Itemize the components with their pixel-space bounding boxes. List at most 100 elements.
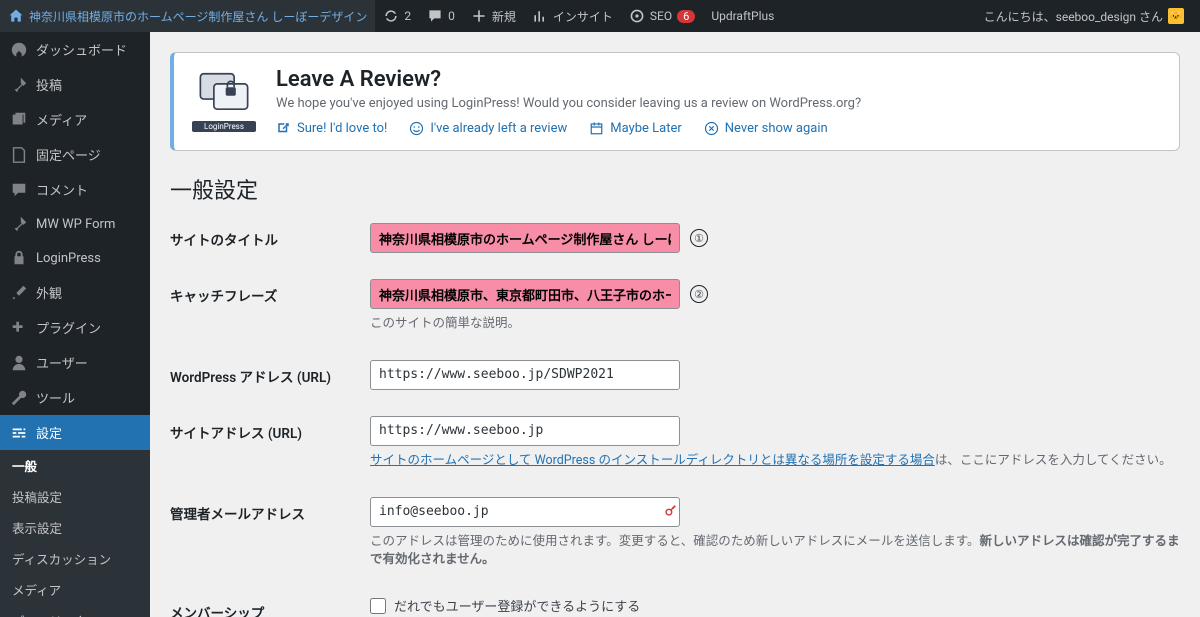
link-label: Sure! I'd love to!: [297, 121, 387, 136]
desc-admin-email: このアドレスは管理のために使用されます。変更すると、確認のため新しいアドレスにメ…: [370, 533, 1180, 571]
menu-users[interactable]: ユーザー: [0, 345, 150, 380]
notice-action-sure[interactable]: Sure! I'd love to!: [276, 121, 387, 136]
admin-toolbar: 神奈川県相模原市のホームページ制作屋さん しーぼーデザイン 2 0 新規 インサ…: [0, 0, 1200, 32]
toolbar-insights[interactable]: インサイト: [524, 0, 621, 32]
seo-badge: 6: [677, 10, 695, 23]
home-icon: [8, 8, 24, 24]
input-admin-email[interactable]: [370, 497, 680, 527]
notice-action-never[interactable]: Never show again: [704, 121, 828, 136]
desc-text: このアドレスは管理のために使用されます。変更すると、確認のため新しいアドレスにメ…: [370, 534, 980, 549]
seo-label: SEO: [650, 9, 672, 23]
toolbar-site-link[interactable]: 神奈川県相模原市のホームページ制作屋さん しーぼーデザイン: [0, 0, 375, 32]
dashboard-icon: [10, 41, 28, 59]
toolbar-comments[interactable]: 0: [419, 0, 463, 32]
label-admin-email: 管理者メールアドレス: [170, 497, 370, 523]
key-icon: [664, 503, 678, 521]
input-tagline[interactable]: [370, 279, 680, 309]
membership-checkbox-label: だれでもユーザー登録ができるようにする: [394, 596, 640, 615]
brush-icon: [10, 284, 28, 302]
plus-icon: [471, 8, 487, 24]
menu-posts[interactable]: 投稿: [0, 67, 150, 102]
desc-site-url-link[interactable]: サイトのホームページとして WordPress のインストールディレクトリとは異…: [370, 453, 935, 468]
submenu-discussion[interactable]: ディスカッション: [0, 543, 150, 574]
loginpress-logo: LoginPress: [192, 67, 256, 132]
submenu-reading[interactable]: 表示設定: [0, 512, 150, 543]
menu-mwwpform[interactable]: MW WP Form: [0, 207, 150, 241]
form-icon: [10, 215, 28, 233]
smile-icon: [409, 121, 424, 136]
updates-count: 2: [404, 9, 411, 23]
desc-tagline: このサイトの簡単な説明。: [370, 315, 1180, 334]
menu-dashboard[interactable]: ダッシュボード: [0, 32, 150, 67]
settings-form: サイトのタイトル ① キャッチフレーズ ②: [170, 223, 1180, 617]
notice-title: Leave A Review?: [276, 67, 861, 92]
comment-icon: [427, 8, 443, 24]
avatar: 🐱: [1168, 8, 1184, 24]
notice-action-already[interactable]: I've already left a review: [409, 121, 567, 136]
link-label: I've already left a review: [430, 121, 567, 136]
membership-checkbox[interactable]: [370, 598, 386, 614]
toolbar-seo[interactable]: SEO 6: [621, 0, 703, 32]
logo-caption: LoginPress: [192, 121, 256, 132]
desc-tail: は、ここにアドレスを入力してください。: [935, 453, 1172, 468]
label-wp-url: WordPress アドレス (URL): [170, 360, 370, 386]
marker-2: ②: [690, 285, 708, 303]
updraft-label: UpdraftPlus: [711, 9, 774, 23]
menu-loginpress[interactable]: LoginPress: [0, 241, 150, 275]
wrench-icon: [10, 389, 28, 407]
toolbar-new[interactable]: 新規: [463, 0, 524, 32]
toolbar-updates[interactable]: 2: [375, 0, 419, 32]
label-site-url: サイトアドレス (URL): [170, 416, 370, 442]
submenu-permalinks[interactable]: パーマリンク: [0, 605, 150, 617]
menu-pages[interactable]: 固定ページ: [0, 137, 150, 172]
toolbar-updraft[interactable]: UpdraftPlus: [703, 0, 782, 32]
menu-label: プラグイン: [36, 318, 101, 337]
review-notice: LoginPress Leave A Review? We hope you'v…: [170, 52, 1180, 151]
comments-count: 0: [448, 9, 455, 23]
link-label: Maybe Later: [610, 121, 682, 136]
toolbar-account[interactable]: こんにちは、seeboo_design さん 🐱: [976, 0, 1192, 32]
external-icon: [276, 121, 291, 136]
notice-text: We hope you've enjoyed using LoginPress!…: [276, 96, 861, 111]
input-wp-url[interactable]: [370, 360, 680, 390]
menu-settings[interactable]: 設定: [0, 415, 150, 450]
menu-label: 固定ページ: [36, 145, 101, 164]
label-tagline: キャッチフレーズ: [170, 279, 370, 305]
label-membership: メンバーシップ: [170, 596, 370, 617]
menu-comments[interactable]: コメント: [0, 172, 150, 207]
plugin-icon: [10, 319, 28, 337]
menu-label: 設定: [36, 423, 62, 442]
submenu-media[interactable]: メディア: [0, 574, 150, 605]
input-site-title[interactable]: [370, 223, 680, 253]
calendar-icon: [589, 121, 604, 136]
seo-icon: [629, 8, 645, 24]
refresh-icon: [383, 8, 399, 24]
menu-label: メディア: [36, 110, 87, 129]
menu-label: 投稿: [36, 75, 62, 94]
submenu-writing[interactable]: 投稿設定: [0, 481, 150, 512]
page-icon: [10, 146, 28, 164]
menu-tools[interactable]: ツール: [0, 380, 150, 415]
desc-site-url: サイトのホームページとして WordPress のインストールディレクトリとは異…: [370, 452, 1180, 471]
menu-label: ダッシュボード: [36, 40, 127, 59]
membership-checkbox-wrap[interactable]: だれでもユーザー登録ができるようにする: [370, 596, 1180, 615]
input-site-url[interactable]: [370, 416, 680, 446]
menu-label: ユーザー: [36, 353, 88, 372]
link-label: Never show again: [725, 121, 828, 136]
settings-submenu: 一般 投稿設定 表示設定 ディスカッション メディア パーマリンク プライバシー: [0, 450, 150, 617]
submenu-general[interactable]: 一般: [0, 450, 150, 481]
dismiss-icon: [704, 121, 719, 136]
lock-icon: [10, 249, 28, 267]
menu-label: ツール: [36, 388, 75, 407]
notice-action-later[interactable]: Maybe Later: [589, 121, 682, 136]
menu-plugins[interactable]: プラグイン: [0, 310, 150, 345]
menu-appearance[interactable]: 外観: [0, 275, 150, 310]
toolbar-site-name: 神奈川県相模原市のホームページ制作屋さん しーぼーデザイン: [29, 8, 367, 25]
content-area: LoginPress Leave A Review? We hope you'v…: [150, 32, 1200, 617]
pin-icon: [10, 76, 28, 94]
menu-media[interactable]: メディア: [0, 102, 150, 137]
greeting-text: こんにちは、seeboo_design さん: [984, 8, 1163, 25]
label-site-title: サイトのタイトル: [170, 223, 370, 249]
menu-label: MW WP Form: [36, 217, 115, 232]
sliders-icon: [10, 424, 28, 442]
